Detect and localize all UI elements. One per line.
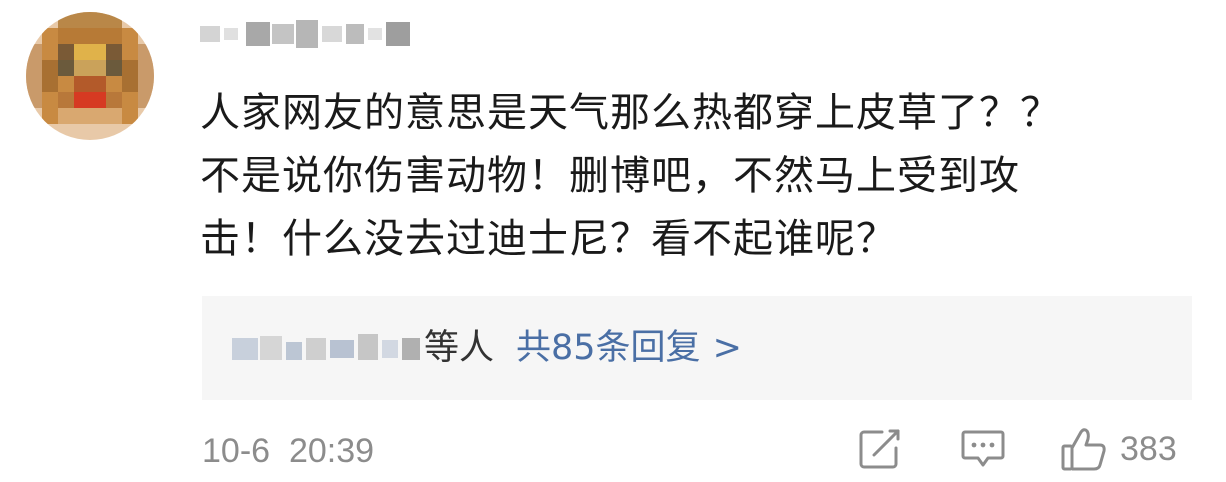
- reply-suffix: 等人: [424, 328, 495, 368]
- comment-button[interactable]: [960, 428, 1006, 470]
- blurred-username-icon: [200, 20, 410, 48]
- username[interactable]: [200, 14, 415, 54]
- pixelated-avatar-icon: [26, 12, 154, 140]
- comment-line: 人家网友的意思是天气那么热都穿上皮草了？？: [200, 90, 1061, 136]
- like-button[interactable]: 383: [1060, 426, 1177, 472]
- comment-actions: 383: [0, 426, 1226, 476]
- comment-text: 人家网友的意思是天气那么热都穿上皮草了？？ 不是说你伤害动物！删博吧，不然马上受…: [200, 82, 1190, 271]
- blurred-reply-names: [232, 326, 422, 370]
- chevron-right-icon[interactable]: >: [713, 328, 742, 368]
- blurred-reply-names-icon: [232, 334, 420, 360]
- reply-summary: 等人 共85条回复 >: [424, 320, 742, 376]
- thumbs-up-icon: [1061, 428, 1106, 471]
- comment-line: 不是说你伤害动物！删博吧，不然马上受到攻: [200, 153, 1020, 199]
- replies-preview[interactable]: 等人 共85条回复 >: [202, 296, 1192, 400]
- avatar[interactable]: [26, 12, 154, 140]
- share-button[interactable]: [858, 428, 902, 470]
- comment-line: 击！什么没去过迪士尼？看不起谁呢？: [200, 216, 897, 262]
- reply-count-link[interactable]: 共85条回复: [516, 328, 701, 368]
- share-icon: [859, 429, 900, 469]
- comment-icon: [961, 430, 1005, 467]
- like-count: 383: [1120, 429, 1177, 468]
